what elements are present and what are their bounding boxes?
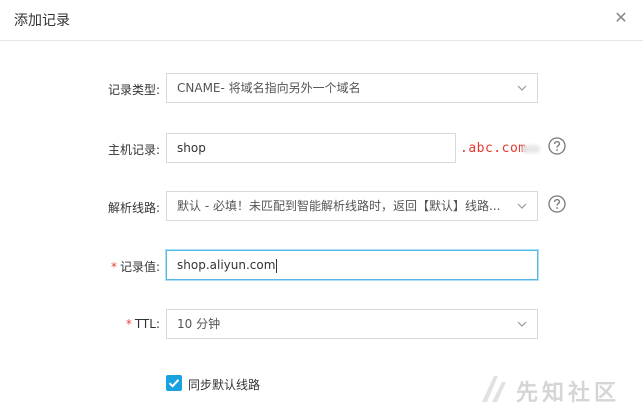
host-record-input[interactable]: shop bbox=[166, 133, 456, 163]
record-value-input[interactable]: shop.aliyun.com bbox=[166, 250, 538, 280]
host-record-label: 主机记录: bbox=[107, 143, 160, 157]
resolution-line-label: 解析线路: bbox=[107, 201, 160, 215]
chevron-down-icon bbox=[517, 85, 527, 91]
sync-default-label: 同步默认线路 bbox=[188, 378, 261, 392]
dialog-title: 添加记录 bbox=[14, 13, 70, 29]
checkmark-icon bbox=[168, 379, 180, 388]
record-type-row: 记录类型: CNAME- 将域名指向另外一个域名 bbox=[0, 73, 643, 105]
ttl-select[interactable]: 10 分钟 bbox=[166, 309, 538, 339]
watermark: 先知社区 bbox=[478, 372, 628, 406]
watermark-logo-icon bbox=[482, 376, 506, 402]
sync-default-checkbox[interactable] bbox=[166, 375, 182, 391]
ttl-value: 10 分钟 bbox=[177, 317, 221, 331]
record-type-select[interactable]: CNAME- 将域名指向另外一个域名 bbox=[166, 73, 538, 103]
question-circle-icon[interactable] bbox=[548, 137, 566, 155]
chevron-down-icon bbox=[517, 321, 527, 327]
record-value-row: * 记录值: shop.aliyun.com bbox=[0, 250, 643, 282]
ttl-label-text: TTL: bbox=[134, 317, 160, 331]
resolution-line-row: 解析线路: 默认 - 必填！未匹配到智能解析线路时，返回【默认】线路... bbox=[0, 191, 643, 223]
close-icon[interactable]: ✕ bbox=[612, 9, 630, 27]
redacted-mark bbox=[522, 145, 540, 153]
host-record-row: 主机记录: shop .abc.com bbox=[0, 133, 643, 165]
chevron-down-icon bbox=[517, 203, 527, 209]
record-value-label-text: 记录值: bbox=[119, 260, 160, 274]
required-mark: * bbox=[125, 317, 132, 331]
domain-suffix: .abc.com bbox=[460, 141, 527, 156]
watermark-text: 先知社区 bbox=[516, 381, 621, 406]
dialog-header: 添加记录 ✕ bbox=[0, 0, 643, 41]
ttl-label: * TTL: bbox=[126, 317, 160, 331]
text-cursor bbox=[276, 258, 278, 273]
resolution-line-value: 默认 - 必填！未匹配到智能解析线路时，返回【默认】线路... bbox=[177, 199, 501, 213]
question-circle-icon[interactable] bbox=[548, 195, 566, 213]
resolution-line-select[interactable]: 默认 - 必填！未匹配到智能解析线路时，返回【默认】线路... bbox=[166, 191, 538, 221]
required-mark: * bbox=[110, 260, 117, 274]
record-value-label: * 记录值: bbox=[111, 258, 160, 275]
record-type-label: 记录类型: bbox=[107, 83, 160, 97]
ttl-row: * TTL: 10 分钟 bbox=[0, 309, 643, 341]
add-record-dialog: 添加记录 ✕ 记录类型: CNAME- 将域名指向另外一个域名 主机记录: sh… bbox=[0, 0, 643, 413]
record-type-value: CNAME- 将域名指向另外一个域名 bbox=[177, 81, 361, 95]
record-value-text: shop.aliyun.com bbox=[177, 258, 276, 272]
